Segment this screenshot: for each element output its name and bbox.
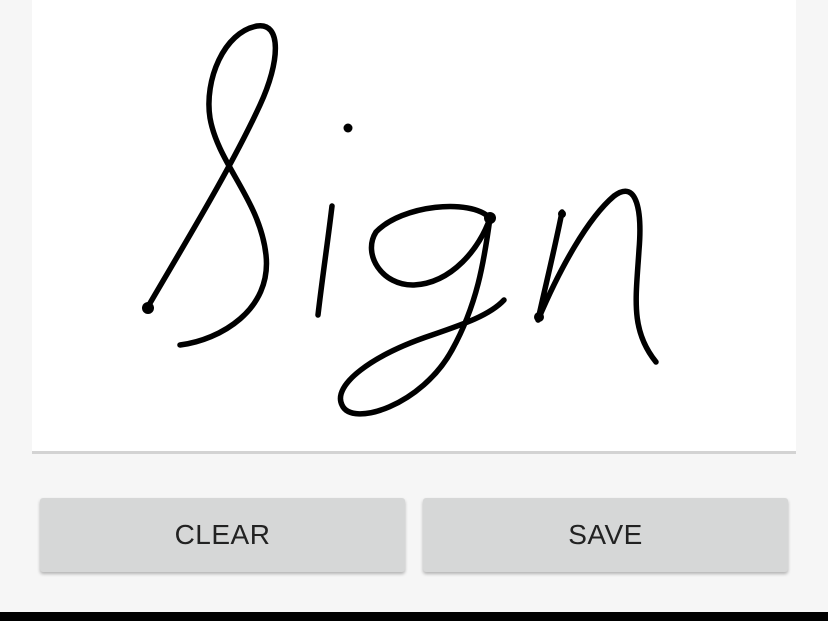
signature-pad[interactable] xyxy=(32,0,796,454)
system-navigation-bar xyxy=(0,612,828,621)
signature-drawing xyxy=(142,23,659,417)
signature-stroke-g-loop xyxy=(337,215,507,417)
signature-blob-n-top xyxy=(558,210,566,218)
signature-blob-n-start xyxy=(534,312,544,322)
save-button[interactable]: SAVE xyxy=(423,498,788,572)
signature-dot-i xyxy=(343,123,353,133)
signature-stroke-s xyxy=(143,23,279,348)
signature-screen: CLEAR SAVE xyxy=(0,0,828,621)
signature-stroke-g-bowl xyxy=(368,203,493,288)
clear-button[interactable]: CLEAR xyxy=(40,498,405,572)
signature-stroke-i xyxy=(315,203,335,318)
signature-stroke-n xyxy=(535,188,659,365)
signature-blob-g-top xyxy=(484,212,496,224)
signature-blob-s-start xyxy=(142,302,154,314)
